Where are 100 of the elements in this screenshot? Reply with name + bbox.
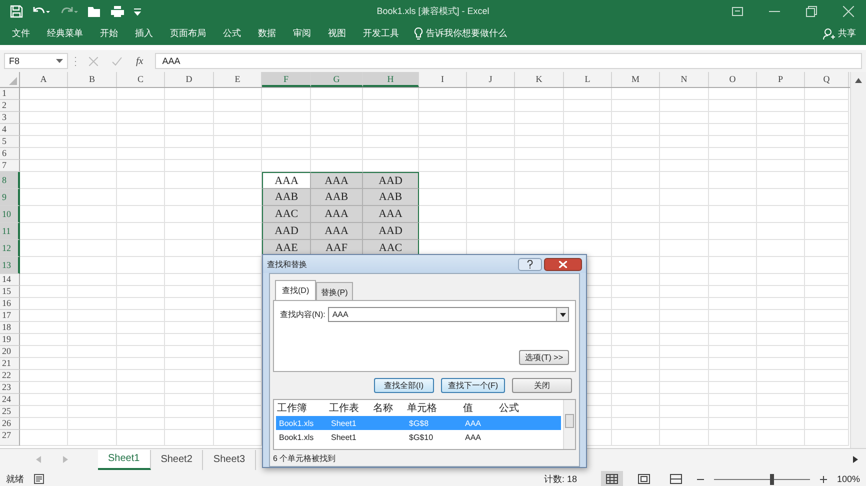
- column-header[interactable]: D: [165, 72, 214, 87]
- close-icon[interactable]: [843, 6, 854, 16]
- column-header[interactable]: A: [20, 72, 68, 87]
- save-icon[interactable]: [10, 4, 23, 18]
- row-header[interactable]: 22: [0, 370, 20, 382]
- row-header[interactable]: 23: [0, 382, 20, 394]
- close-button[interactable]: [544, 258, 582, 270]
- dialog-button[interactable]: 查找下一个(F): [440, 378, 505, 393]
- column-header[interactable]: H: [363, 72, 419, 87]
- row-header[interactable]: 21: [0, 358, 20, 370]
- empty-cell: [660, 274, 709, 286]
- ribbon-tab[interactable]: 审阅: [287, 25, 317, 42]
- ribbon-tab[interactable]: 经典菜单: [41, 25, 89, 42]
- column-header[interactable]: I: [419, 72, 467, 87]
- ribbon-tab[interactable]: 开始: [94, 25, 124, 42]
- column-header[interactable]: G: [311, 72, 363, 87]
- result-row[interactable]: Book1.xls Sheet1 $G$10 AAA: [276, 430, 561, 444]
- caret-icon[interactable]: [133, 6, 142, 16]
- row-header[interactable]: 7: [0, 160, 20, 172]
- row-header[interactable]: 17: [0, 310, 20, 322]
- scroll-up-icon[interactable]: [855, 78, 862, 83]
- row-header[interactable]: 8: [0, 172, 20, 189]
- row-header[interactable]: 2: [0, 100, 20, 112]
- row-header[interactable]: 5: [0, 136, 20, 148]
- row-header[interactable]: 16: [0, 298, 20, 310]
- empty-cell: [612, 310, 660, 322]
- minimize-icon[interactable]: [769, 10, 780, 12]
- empty-cell: [117, 148, 165, 160]
- row-header[interactable]: 1: [0, 88, 20, 100]
- column-header[interactable]: 工作表: [329, 401, 373, 415]
- column-header[interactable]: 名称: [373, 401, 407, 415]
- row-header[interactable]: 3: [0, 112, 20, 124]
- folder-icon[interactable]: [87, 4, 102, 18]
- row-header[interactable]: 15: [0, 286, 20, 298]
- column-header[interactable]: B: [68, 72, 117, 87]
- row-header[interactable]: 6: [0, 148, 20, 160]
- row-header[interactable]: 26: [0, 418, 20, 430]
- column-header[interactable]: Q: [805, 72, 849, 87]
- column-header[interactable]: 值: [463, 401, 499, 415]
- empty-cell: [660, 346, 709, 358]
- column-header[interactable]: 单元格: [407, 401, 463, 415]
- zoom-slider-thumb[interactable]: [770, 474, 774, 484]
- ribbon-tab[interactable]: 数据: [252, 25, 282, 42]
- dialog-button[interactable]: 查找全部(I): [374, 378, 434, 393]
- find-what-field[interactable]: AAA: [328, 307, 569, 322]
- printer-icon[interactable]: [110, 4, 125, 18]
- row-header[interactable]: 10: [0, 206, 20, 223]
- result-cell-text: $G$10: [409, 432, 434, 442]
- restore-icon[interactable]: [806, 6, 817, 16]
- zoom-in-icon[interactable]: [820, 476, 827, 482]
- row-header[interactable]: 27: [0, 430, 20, 446]
- row-header[interactable]: 20: [0, 346, 20, 358]
- row-header[interactable]: 24: [0, 394, 20, 406]
- dialog-button[interactable]: 关闭: [512, 378, 572, 393]
- scroll-right-icon[interactable]: [853, 456, 858, 463]
- column-header[interactable]: J: [467, 72, 515, 87]
- empty-cell: [709, 240, 757, 257]
- view-button[interactable]: [600, 471, 623, 486]
- vertical-scrollbar[interactable]: [850, 72, 866, 448]
- row-header[interactable]: 11: [0, 223, 20, 240]
- zoom-out-icon[interactable]: [696, 478, 704, 480]
- row-header[interactable]: 4: [0, 124, 20, 136]
- tell-me-button[interactable]: 告诉我你想要做什么: [410, 25, 511, 42]
- ribbon-tab[interactable]: 公式: [217, 25, 247, 42]
- insert-function-button[interactable]: fx: [136, 56, 144, 66]
- help-button[interactable]: [518, 258, 542, 270]
- column-header[interactable]: F: [262, 72, 311, 87]
- ribbon-tab[interactable]: 页面布局: [164, 25, 212, 42]
- column-header[interactable]: 公式: [499, 401, 549, 415]
- column-header[interactable]: L: [564, 72, 612, 87]
- ribbon-display-icon[interactable]: [732, 6, 743, 16]
- column-header[interactable]: M: [612, 72, 660, 87]
- row-header[interactable]: 12: [0, 240, 20, 257]
- ribbon-tab[interactable]: 插入: [129, 25, 159, 42]
- column-header[interactable]: C: [117, 72, 165, 87]
- check-icon[interactable]: [112, 56, 122, 66]
- dialog-tab[interactable]: 替换(P): [316, 282, 353, 301]
- row-header[interactable]: 13: [0, 257, 20, 274]
- row-header[interactable]: 19: [0, 334, 20, 346]
- empty-cell: [612, 136, 660, 148]
- zoom-level[interactable]: 100%: [836, 474, 860, 484]
- dialog-tab[interactable]: 查找(D): [275, 280, 316, 301]
- ribbon-tab[interactable]: 开发工具: [357, 25, 405, 42]
- column-header[interactable]: K: [515, 72, 564, 87]
- results-scrollbar[interactable]: [563, 400, 575, 449]
- row-header[interactable]: 25: [0, 406, 20, 418]
- formula-field[interactable]: AAA: [155, 53, 862, 69]
- ribbon-tab[interactable]: 视图: [322, 25, 352, 42]
- row-header[interactable]: 18: [0, 322, 20, 334]
- sheet-tab[interactable]: Sheet1: [98, 450, 151, 470]
- column-header[interactable]: 工作簿: [277, 401, 329, 415]
- column-header[interactable]: O: [709, 72, 757, 87]
- row-header[interactable]: 14: [0, 274, 20, 286]
- options-button[interactable]: 选项(T) >>: [519, 350, 569, 365]
- column-header[interactable]: P: [757, 72, 805, 87]
- row-header[interactable]: 9: [0, 189, 20, 206]
- ribbon-tab[interactable]: 文件: [6, 25, 36, 42]
- name-box[interactable]: F8: [4, 53, 68, 69]
- share-button[interactable]: 共享: [819, 25, 860, 42]
- column-header[interactable]: N: [660, 72, 709, 87]
